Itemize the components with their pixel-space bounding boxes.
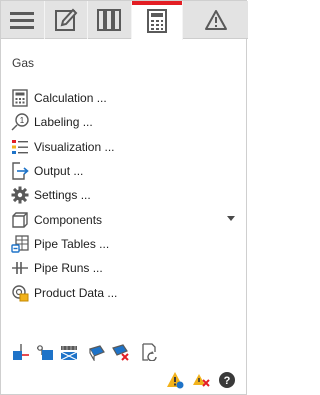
tab-edit[interactable]	[45, 1, 89, 39]
menu-list: Calculation ... 1 Labeling ... Visualiza…	[1, 86, 248, 305]
svg-text:?: ?	[224, 375, 231, 387]
menu-label: Components	[34, 212, 103, 227]
status-bar: ?	[158, 370, 236, 390]
tab-menu[interactable]	[1, 1, 45, 39]
menu-item-product-data[interactable]: Product Data ...	[1, 280, 248, 304]
menu-item-visualization[interactable]: Visualization ...	[1, 135, 248, 159]
warning-info-icon[interactable]	[166, 371, 184, 389]
pipe-table-icon	[10, 234, 30, 254]
pipe-run-icon	[10, 258, 30, 278]
pencil-edit-icon	[54, 8, 78, 31]
delete-pipe-icon[interactable]	[112, 343, 130, 361]
menu-label: Calculation ...	[34, 91, 107, 106]
menu-item-components[interactable]: Components	[1, 207, 248, 231]
menu-item-pipe-runs[interactable]: Pipe Runs ...	[1, 256, 248, 280]
book-library-icon	[97, 9, 122, 31]
help-icon[interactable]: ?	[218, 371, 236, 389]
product-data-icon	[10, 283, 30, 303]
section-title: Gas	[12, 56, 35, 70]
visualization-list-icon	[10, 137, 30, 157]
chevron-down-icon[interactable]	[227, 216, 235, 222]
hamburger-menu-icon	[10, 12, 35, 29]
warning-error-icon[interactable]	[192, 371, 210, 389]
tab-calculation[interactable]	[131, 1, 184, 40]
menu-label: Visualization ...	[34, 139, 115, 154]
menu-label: Settings ...	[34, 188, 91, 203]
tab-warnings[interactable]	[183, 1, 248, 39]
warning-icon	[204, 10, 227, 30]
menu-label: Pipe Runs ...	[34, 261, 103, 276]
refresh-page-icon[interactable]	[140, 343, 158, 361]
menu-label: Labeling ...	[34, 115, 93, 130]
svg-text:1: 1	[20, 116, 25, 125]
component-cube-icon	[10, 210, 30, 230]
menu-item-output[interactable]: Output ...	[1, 159, 248, 183]
gear-icon	[10, 185, 30, 205]
toolbar	[12, 342, 164, 362]
menu-item-labeling[interactable]: 1 Labeling ...	[1, 110, 248, 134]
menu-label: Pipe Tables ...	[34, 236, 110, 251]
label-tag-icon: 1	[10, 112, 30, 132]
calculation-panel: Gas Calculation ... 1 Labeling ... Visua…	[0, 0, 248, 395]
menu-label: Output ...	[34, 164, 84, 179]
pipe-segment-icon[interactable]	[88, 343, 106, 361]
connect-pipe-icon[interactable]	[12, 343, 30, 361]
menu-item-calculation[interactable]: Calculation ...	[1, 86, 248, 110]
valve-icon[interactable]	[60, 343, 78, 361]
output-export-icon	[10, 161, 30, 181]
calculator-icon	[146, 8, 167, 33]
tab-library[interactable]	[88, 1, 132, 39]
insert-node-icon[interactable]	[36, 343, 54, 361]
menu-item-settings[interactable]: Settings ...	[1, 183, 248, 207]
menu-item-pipe-tables[interactable]: Pipe Tables ...	[1, 232, 248, 256]
menu-label: Product Data ...	[34, 285, 118, 300]
tab-bar	[1, 1, 248, 40]
calculator-icon	[10, 88, 30, 108]
